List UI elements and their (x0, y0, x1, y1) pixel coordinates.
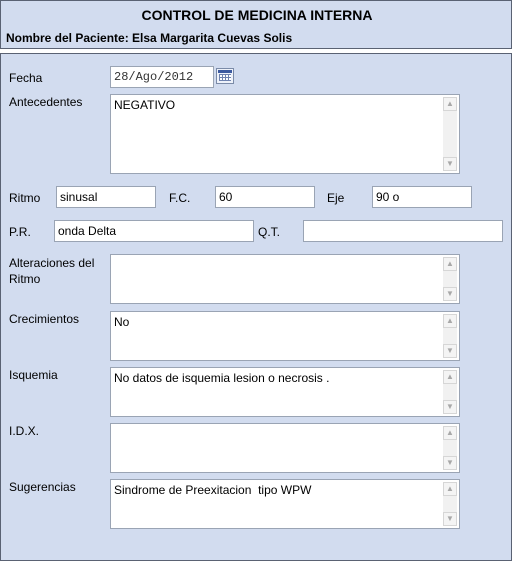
idx-scrollbar[interactable]: ▲ ▼ (443, 426, 457, 470)
crecimientos-label: Crecimientos (9, 312, 80, 326)
scroll-down-icon[interactable]: ▼ (443, 344, 457, 358)
sugerencias-value: Sindrome de Preexitacion tipo WPW (114, 483, 312, 497)
scroll-down-icon[interactable]: ▼ (443, 512, 457, 526)
scroll-down-icon[interactable]: ▼ (443, 157, 457, 171)
qt-label: Q.T. (258, 225, 281, 239)
eje-label: Eje (327, 191, 345, 205)
patient-line: Nombre del Paciente: Elsa Margarita Cuev… (6, 31, 292, 45)
isquemia-label: Isquemia (9, 368, 58, 382)
scroll-down-icon[interactable]: ▼ (443, 400, 457, 414)
idx-textarea[interactable]: ▲ ▼ (110, 423, 460, 473)
ritmo-input[interactable]: sinusal (56, 186, 156, 208)
scroll-up-icon[interactable]: ▲ (443, 314, 457, 328)
page-title: CONTROL DE MEDICINA INTERNA (141, 7, 373, 23)
fc-input[interactable]: 60 (215, 186, 315, 208)
header-panel: CONTROL DE MEDICINA INTERNA Nombre del P… (0, 0, 512, 49)
patient-label: Nombre del Paciente: (6, 31, 129, 45)
alteraciones-scrollbar[interactable]: ▲ ▼ (443, 257, 457, 301)
scroll-up-icon[interactable]: ▲ (443, 370, 457, 384)
idx-label: I.D.X. (9, 424, 40, 438)
scroll-up-icon[interactable]: ▲ (443, 257, 457, 271)
ritmo-label: Ritmo (9, 191, 41, 205)
sugerencias-label: Sugerencias (9, 480, 76, 494)
sugerencias-textarea[interactable]: Sindrome de Preexitacion tipo WPW ▲ ▼ (110, 479, 460, 529)
eje-input[interactable]: 90 o (372, 186, 472, 208)
scroll-down-icon[interactable]: ▼ (443, 456, 457, 470)
crecimientos-textarea[interactable]: No ▲ ▼ (110, 311, 460, 361)
antecedentes-value: NEGATIVO (114, 98, 176, 112)
fc-label: F.C. (169, 191, 191, 205)
scroll-up-icon[interactable]: ▲ (443, 426, 457, 440)
antecedentes-scrollbar[interactable]: ▲ ▼ (443, 97, 457, 171)
patient-name: Elsa Margarita Cuevas Solis (132, 31, 293, 45)
scroll-down-icon[interactable]: ▼ (443, 287, 457, 301)
crecimientos-scrollbar[interactable]: ▲ ▼ (443, 314, 457, 358)
isquemia-textarea[interactable]: No datos de isquemia lesion o necrosis .… (110, 367, 460, 417)
scroll-up-icon[interactable]: ▲ (443, 482, 457, 496)
antecedentes-label: Antecedentes (9, 95, 83, 109)
fecha-input[interactable]: 28/Ago/2012 (110, 66, 214, 88)
qt-input[interactable] (303, 220, 503, 242)
crecimientos-value: No (114, 315, 130, 329)
sugerencias-scrollbar[interactable]: ▲ ▼ (443, 482, 457, 526)
antecedentes-textarea[interactable]: NEGATIVO ▲ ▼ (110, 94, 460, 174)
alteraciones-label-line1: Alteraciones del (9, 256, 95, 270)
isquemia-value: No datos de isquemia lesion o necrosis . (114, 371, 330, 385)
alteraciones-label-line2: Ritmo (9, 272, 41, 286)
calendar-icon[interactable] (216, 68, 234, 84)
isquemia-scrollbar[interactable]: ▲ ▼ (443, 370, 457, 414)
pr-input[interactable]: onda Delta (54, 220, 254, 242)
pr-label: P.R. (9, 225, 31, 239)
fecha-label: Fecha (9, 71, 43, 85)
scroll-up-icon[interactable]: ▲ (443, 97, 457, 111)
alteraciones-textarea[interactable]: ▲ ▼ (110, 254, 460, 304)
